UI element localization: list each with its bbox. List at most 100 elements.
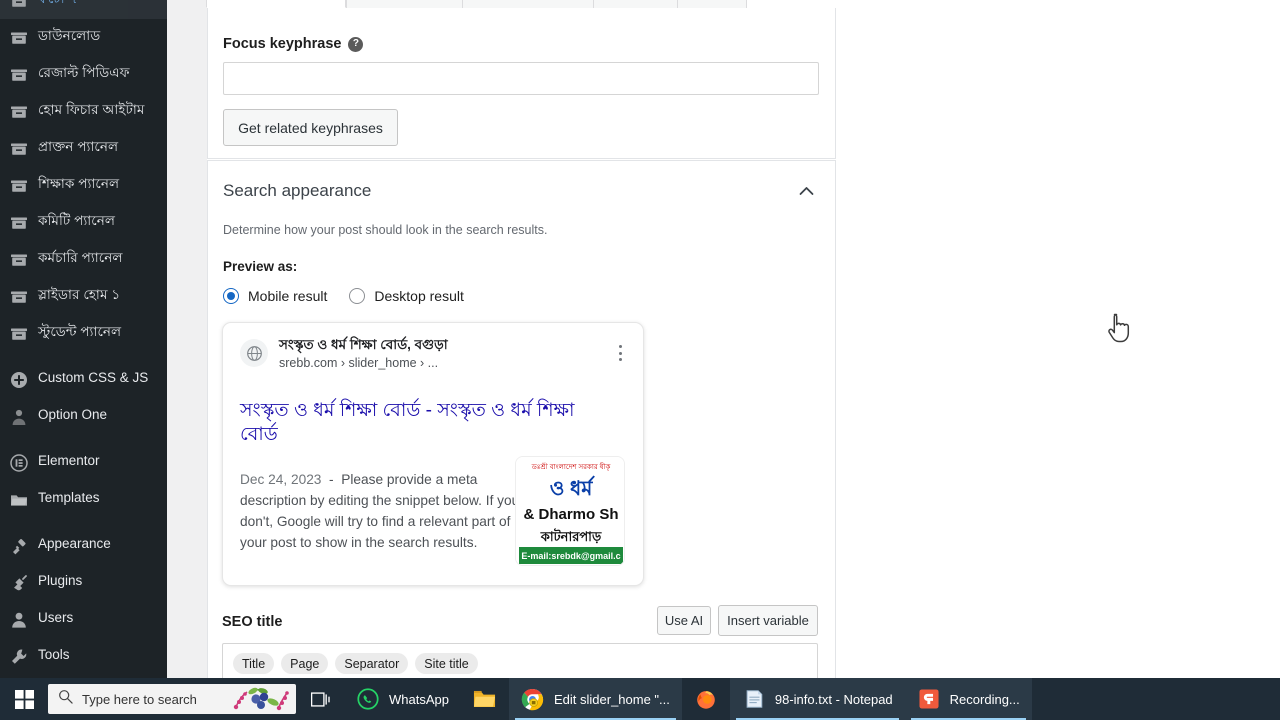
sidebar-item-[interactable]: প্রাক্তন প্যানেল <box>0 130 167 167</box>
sidebar-item-label: কমিটি প্যানেল <box>38 213 116 228</box>
preview-as-label: Preview as: <box>223 259 298 274</box>
taskbar-item-98-info-txt-notepad[interactable]: 98-info.txt - Notepad <box>729 678 905 720</box>
taskbar-item-file-explorer[interactable] <box>461 678 509 720</box>
radio-button[interactable] <box>349 288 366 304</box>
preview-as-option-desktop[interactable]: Desktop result <box>349 288 464 304</box>
sidebar-item-[interactable]: হোম ফিচার আইটাম <box>0 93 167 130</box>
sidebar-separator <box>0 435 167 444</box>
post-type-icon <box>9 213 29 233</box>
tab-remnant[interactable] <box>346 0 463 8</box>
sidebar-item-[interactable]: ফটো ৭ <box>0 0 167 19</box>
plug-icon <box>9 573 29 593</box>
snippet-title[interactable]: সংস্কৃত ও ধর্ম শিক্ষা বোর্ড - সংস্কৃত ও … <box>240 399 610 448</box>
thumbnail-line-4: কাটনারপাড় <box>540 528 602 544</box>
users-icon <box>9 610 29 630</box>
screen: ফটো ৭ ডাউনলোড রেজাল্ট পিডিএফ হোম ফিচার আইটা… <box>0 0 1280 720</box>
sidebar-item-label: Plugins <box>38 573 83 588</box>
google-snippet-preview-card[interactable]: সংস্কৃত ও ধর্ম শিক্ষা বোর্ড, বগুড়া sreb… <box>222 322 644 586</box>
seo-title-chip[interactable]: Site title <box>415 653 478 674</box>
sidebar-item-label: ডাউনলোড <box>38 28 101 43</box>
preview-as-option-label: Mobile result <box>248 288 328 304</box>
snippet-description: Dec 24, 2023 - Please provide a meta des… <box>240 470 520 554</box>
sidebar-item-label: Templates <box>38 490 100 505</box>
focus-keyphrase-panel: Focus keyphrase ? Get related keyphrases <box>207 8 836 159</box>
thumbnail-line-1: ডঃশ্রী বাংলাদেশ সরকার ষীকৃ <box>531 462 611 471</box>
use-ai-button[interactable]: Use AI <box>657 606 711 635</box>
taskbar-item-label: Edit slider_home "... <box>553 691 670 707</box>
tab-remnant[interactable] <box>206 0 346 8</box>
sidebar-item-label: Appearance <box>38 536 111 551</box>
sidebar-item-templates[interactable]: Templates <box>0 481 167 518</box>
sidebar-item-[interactable]: কমিটি প্যানেল <box>0 204 167 241</box>
sidebar-item-[interactable]: ডাউনলোড <box>0 19 167 56</box>
sidebar-item-label: Tools <box>38 647 70 662</box>
preview-as-option-mobile[interactable]: Mobile result <box>223 288 327 304</box>
search-placeholder-text: Type here to search <box>82 691 197 707</box>
taskbar-item-label: Recording... <box>949 691 1020 707</box>
sidebar-item-label: স্টুডেন্ট প্যানেল <box>38 324 122 339</box>
more-vertical-icon[interactable] <box>611 343 629 363</box>
question-mark-icon[interactable]: ? <box>348 36 364 52</box>
post-type-icon <box>9 139 29 159</box>
task-view-icon[interactable] <box>296 678 344 720</box>
taskbar-item-edit-slider-home[interactable]: Edit slider_home "... <box>508 678 682 720</box>
thumbnail-line-3: & Dharmo Sh <box>523 506 618 523</box>
thumbnail-line-2: ও ধর্ম <box>550 475 596 500</box>
sidebar-item-elementor[interactable]: Elementor <box>0 444 167 481</box>
windows-logo-icon[interactable] <box>0 678 48 720</box>
snippet-url-crumbs: srebb.com › slider_home › ... <box>279 355 439 370</box>
sidebar-item-plugins[interactable]: Plugins <box>0 564 167 601</box>
taskbar-item-firefox[interactable] <box>682 678 730 720</box>
sidebar-item-[interactable]: কর্মচারি প্যানেল <box>0 241 167 278</box>
post-type-icon <box>9 65 29 85</box>
snippet-thumbnail: ডঃশ্রী বাংলাদেশ সরকার ষীকৃ ও ধর্ম & Dhar… <box>515 456 625 566</box>
sidebar-item-custom-css-js[interactable]: Custom CSS & JS <box>0 361 167 398</box>
seo-title-chip[interactable]: Title <box>233 653 275 674</box>
post-type-icon <box>9 287 29 307</box>
berries-decoration-icon <box>230 685 292 714</box>
taskbar-item-whatsapp[interactable]: WhatsApp <box>344 678 461 720</box>
focus-keyphrase-label: Focus keyphrase ? <box>223 36 364 52</box>
chevron-up-icon[interactable] <box>791 176 821 206</box>
insert-variable-button[interactable]: Insert variable <box>718 605 818 636</box>
seo-title-chip[interactable]: Separator <box>335 653 409 674</box>
elementor-icon <box>9 453 29 473</box>
sidebar-separator <box>0 352 167 361</box>
sidebar-item-label: ফটো ৭ <box>38 0 157 8</box>
sidebar-item-appearance[interactable]: Appearance <box>0 527 167 564</box>
sidebar-item-[interactable]: স্টুডেন্ট প্যানেল <box>0 315 167 352</box>
seo-title-variable-chips: Title Page Separator Site title <box>233 653 485 674</box>
get-related-keyphrases-button[interactable]: Get related keyphrases <box>223 109 398 146</box>
tab-remnant[interactable] <box>593 0 678 8</box>
user-silhouette-icon <box>9 407 29 427</box>
paintbrush-icon <box>9 536 29 556</box>
search-input[interactable]: Type here to search <box>48 684 296 714</box>
seo-title-label: SEO title <box>222 614 283 630</box>
tab-remnant[interactable] <box>677 0 747 8</box>
plus-circle-icon <box>9 370 29 390</box>
sidebar-item-[interactable]: রেজাল্ট পিডিএফ <box>0 56 167 93</box>
file-explorer-icon <box>473 687 497 711</box>
wrench-icon <box>9 647 29 667</box>
seo-title-chip[interactable]: Page <box>281 653 329 674</box>
content-gutter <box>167 0 207 678</box>
windows-taskbar: Type here to search WhatsApp Edit slider… <box>0 678 1280 720</box>
sidebar-item-label: Option One <box>38 407 108 422</box>
post-type-icon <box>9 0 29 11</box>
focus-keyphrase-input[interactable] <box>223 62 819 95</box>
tab-remnant[interactable] <box>462 0 594 8</box>
firefox-icon <box>694 687 718 711</box>
sidebar-item-option-one[interactable]: Option One <box>0 398 167 435</box>
taskbar-item-label: 98-info.txt - Notepad <box>774 691 893 707</box>
taskbar-item-recording[interactable]: Recording... <box>904 678 1032 720</box>
sidebar-item-[interactable]: স্লাইডার হোম ১ <box>0 278 167 315</box>
sidebar-separator <box>0 518 167 527</box>
sidebar-item-[interactable]: শিক্ষাক প্যানেল <box>0 167 167 204</box>
globe-icon <box>240 339 268 368</box>
radio-button[interactable] <box>223 288 239 304</box>
thumbnail-line-5: E-mail:srebdk@gmail.c <box>521 551 620 561</box>
snippet-site-block: সংস্কৃত ও ধর্ম শিক্ষা বোর্ড, বগুড়া sreb… <box>279 337 448 370</box>
sidebar-item-users[interactable]: Users <box>0 601 167 638</box>
sidebar-item-label: রেজাল্ট পিডিএফ <box>38 65 130 80</box>
sidebar-item-tools[interactable]: Tools <box>0 638 167 675</box>
